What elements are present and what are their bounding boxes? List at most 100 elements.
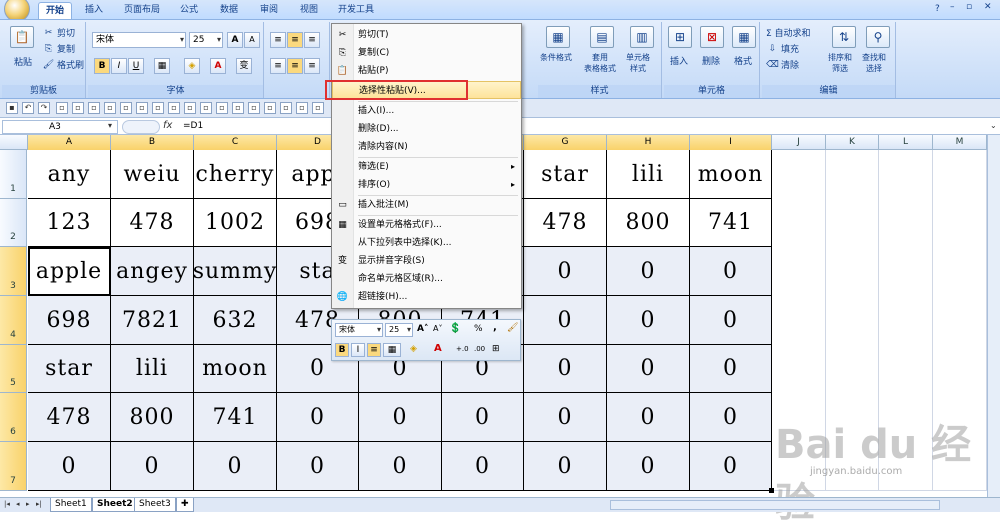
select-all-corner[interactable]	[0, 135, 28, 150]
cell[interactable]: 0	[607, 345, 690, 393]
row-header[interactable]: 7	[0, 442, 27, 491]
cell[interactable]: 0	[524, 296, 607, 345]
cell[interactable]: star	[28, 345, 111, 393]
menu-item-phonetic[interactable]: 变 显示拼音字段(S)	[332, 252, 521, 270]
cell[interactable]: 123	[28, 199, 111, 247]
cell[interactable]: 478	[111, 199, 194, 247]
tab-home[interactable]: 开始	[38, 2, 72, 20]
copy-button[interactable]: ⎘ 复制	[42, 42, 75, 56]
cell[interactable]: 0	[277, 393, 359, 442]
decrease-decimal-icon[interactable]: .00	[474, 345, 485, 353]
cell[interactable]: 0	[690, 247, 772, 296]
toolbar-icon[interactable]: ▫	[248, 102, 260, 114]
close-icon[interactable]: ✕	[984, 2, 992, 12]
align-left-icon[interactable]: ≡	[270, 58, 286, 74]
menu-item-copy[interactable]: ⎘ 复制(C)	[332, 44, 521, 62]
cell[interactable]: 0	[524, 247, 607, 296]
menu-item-insert[interactable]: 插入(I)...	[332, 102, 521, 120]
menu-item-filter[interactable]: 筛选(E) ▸	[332, 158, 521, 176]
cell[interactable]: 0	[524, 345, 607, 393]
menu-item-insert-comment[interactable]: ▭ 插入批注(M)	[332, 196, 521, 214]
insert-sheet-icon[interactable]: ✚	[176, 498, 194, 512]
column-header[interactable]: K	[826, 135, 879, 150]
comma-button[interactable]: ,	[493, 322, 497, 333]
menu-item-sort[interactable]: 排序(O) ▸	[332, 176, 521, 194]
cell[interactable]: 0	[690, 345, 772, 393]
fill-color-icon[interactable]: ◈	[410, 344, 417, 354]
name-box[interactable]: A3	[2, 120, 118, 134]
open-icon[interactable]: ▫	[72, 102, 84, 114]
sheet-tab[interactable]: Sheet1	[50, 498, 92, 512]
fx-icon[interactable]: fx	[163, 120, 172, 131]
italic-button[interactable]: I	[111, 58, 127, 74]
cell[interactable]: star	[524, 150, 607, 199]
cell[interactable]: lili	[607, 150, 690, 199]
cell[interactable]: 0	[194, 442, 277, 491]
cell[interactable]: any	[28, 150, 111, 199]
cell[interactable]: 632	[194, 296, 277, 345]
cell[interactable]: 698	[28, 296, 111, 345]
cell[interactable]: 0	[111, 442, 194, 491]
row-header[interactable]: 1	[0, 150, 27, 199]
tab-formulas[interactable]: 公式	[172, 2, 206, 20]
menu-item-format-cells[interactable]: ▦ 设置单元格格式(F)...	[332, 216, 521, 234]
toolbar-icon[interactable]: ▫	[232, 102, 244, 114]
cell[interactable]: 0	[690, 296, 772, 345]
column-header[interactable]: J	[772, 135, 826, 150]
last-sheet-icon[interactable]: ▸|	[36, 500, 42, 508]
cell[interactable]: 0	[690, 442, 772, 491]
cell[interactable]: 7821	[111, 296, 194, 345]
align-top-icon[interactable]: ≡	[270, 32, 286, 48]
cut-button[interactable]: ✂ 剪切	[42, 26, 75, 40]
menu-item-hyperlink[interactable]: 🌐 超链接(H)...	[332, 288, 521, 306]
cell[interactable]: moon	[690, 150, 772, 199]
column-header[interactable]: I	[690, 135, 772, 150]
cell[interactable]: 0	[690, 393, 772, 442]
cell[interactable]: 0	[524, 442, 607, 491]
mini-font-combo[interactable]: 宋体 ▾	[335, 323, 383, 337]
column-header[interactable]: L	[879, 135, 933, 150]
cell[interactable]: cherry	[194, 150, 277, 199]
preview-icon[interactable]: ▫	[104, 102, 116, 114]
menu-item-paste[interactable]: 📋 粘贴(P)	[332, 62, 521, 80]
formula-input[interactable]: =D1	[183, 120, 203, 133]
font-color-icon[interactable]: A	[434, 343, 442, 354]
paste-icon[interactable]: 📋	[10, 26, 34, 48]
shrink-font-button[interactable]: A	[244, 32, 260, 48]
redo-icon[interactable]: ↷	[38, 102, 50, 114]
tab-data[interactable]: 数据	[212, 2, 246, 20]
sort-filter-button[interactable]: 排序和 筛选	[828, 52, 852, 74]
format-cells-icon[interactable]: ▦	[732, 26, 756, 48]
cell[interactable]: 0	[607, 393, 690, 442]
grow-font-icon[interactable]: A˄	[417, 324, 428, 334]
cell[interactable]: 0	[277, 442, 359, 491]
format-cells-button[interactable]: 格式	[734, 54, 752, 67]
cell[interactable]: summy	[193, 247, 277, 296]
new-icon[interactable]: ▫	[56, 102, 68, 114]
mini-italic-button[interactable]: I	[351, 343, 365, 357]
prev-sheet-icon[interactable]: ◂	[16, 500, 20, 508]
toolbar-icon[interactable]: ▫	[200, 102, 212, 114]
save-icon[interactable]: ▪	[6, 102, 18, 114]
cell[interactable]: 0	[524, 393, 607, 442]
format-painter-button[interactable]: 🖌 格式刷	[42, 58, 84, 72]
tab-review[interactable]: 审阅	[252, 2, 286, 20]
cell[interactable]: weiu	[111, 150, 194, 199]
menu-item-delete[interactable]: 删除(D)...	[332, 120, 521, 138]
cell[interactable]: 0	[28, 442, 111, 491]
tab-insert[interactable]: 插入	[78, 2, 110, 20]
cell-style-button[interactable]: 单元格 样式	[626, 52, 650, 74]
menu-item-name-range[interactable]: 命名单元格区域(R)...	[332, 270, 521, 288]
cell[interactable]: 741	[194, 393, 277, 442]
mini-center-button[interactable]: ≡	[367, 343, 381, 357]
grow-font-button[interactable]: A	[227, 32, 243, 48]
next-sheet-icon[interactable]: ▸	[26, 500, 30, 508]
align-middle-icon[interactable]: ≡	[287, 32, 303, 48]
horizontal-scrollbar[interactable]	[610, 500, 940, 510]
column-header[interactable]: G	[524, 135, 607, 150]
table-format-button[interactable]: 套用 表格格式	[584, 52, 616, 74]
shrink-font-icon[interactable]: A˅	[433, 324, 442, 333]
align-right-icon[interactable]: ≡	[304, 58, 320, 74]
cell[interactable]: 741	[690, 199, 772, 247]
toolbar-icon[interactable]: ▫	[312, 102, 324, 114]
